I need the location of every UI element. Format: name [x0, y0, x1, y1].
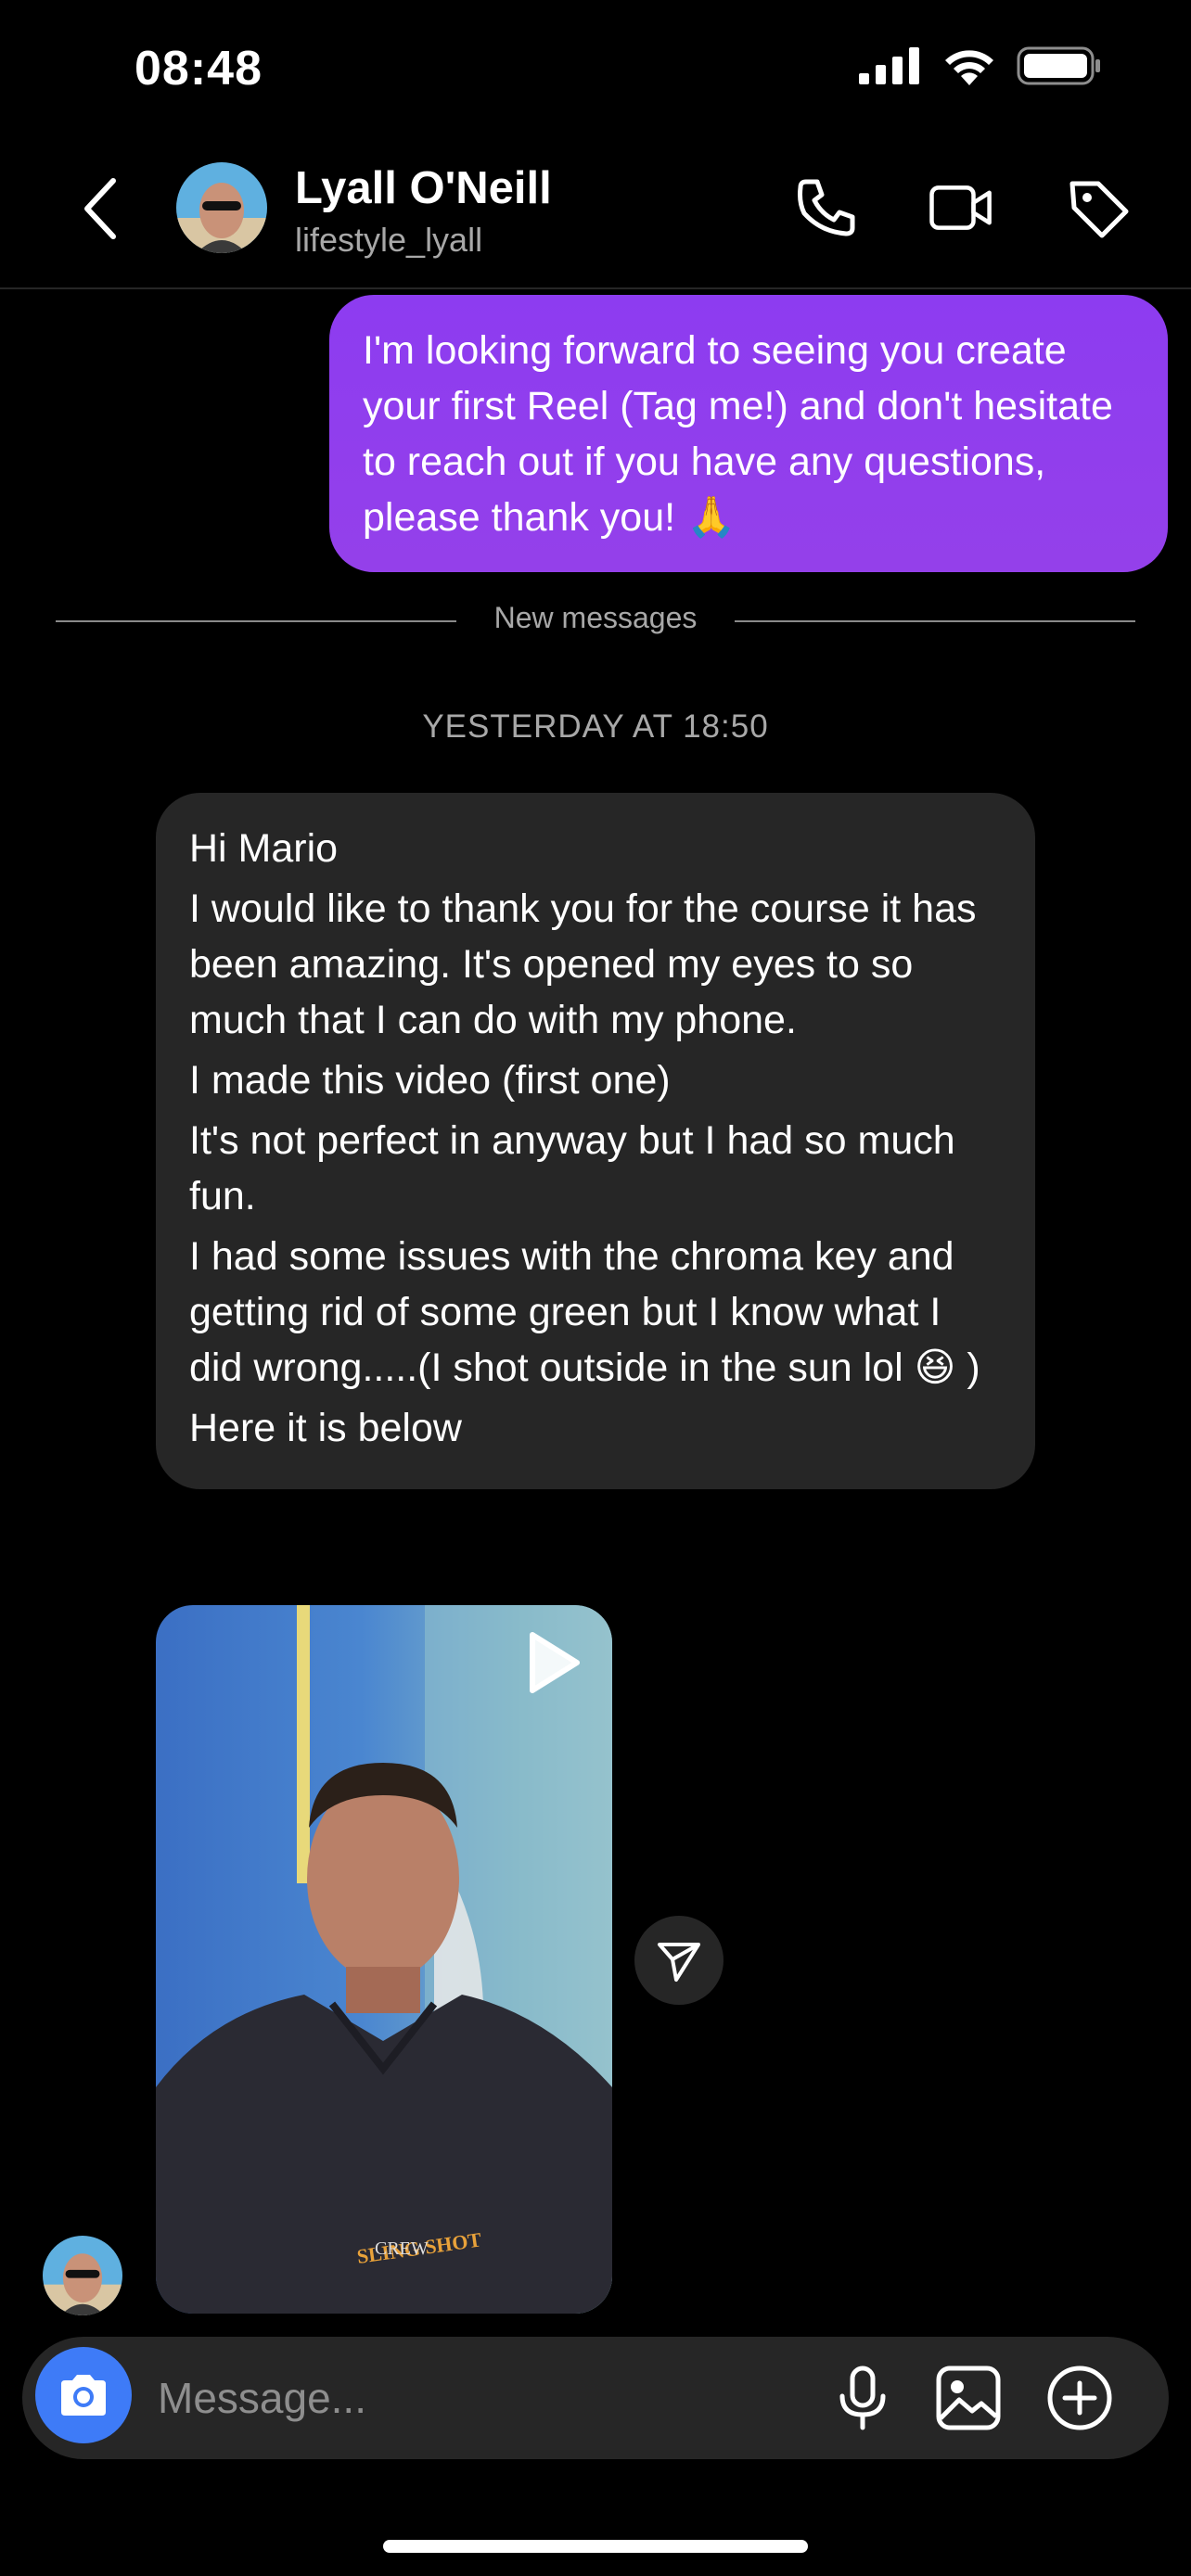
microphone-icon[interactable] [827, 2363, 898, 2433]
status-time: 08:48 [134, 42, 263, 96]
video-thumbnail: SLING SHOT CREW [156, 1605, 612, 2314]
video-call-icon[interactable] [928, 174, 994, 241]
camera-icon [61, 2375, 106, 2416]
play-icon[interactable] [523, 1629, 583, 1696]
back-chevron-icon[interactable] [74, 172, 130, 246]
incoming-message-bubble[interactable]: Hi Mario I would like to thank you for t… [156, 793, 1035, 1489]
message-line: I had some issues with the chroma key an… [189, 1234, 980, 1390]
battery-icon [1017, 46, 1100, 85]
message-line: Here it is below [189, 1406, 462, 1450]
contact-handle[interactable]: lifestyle_lyall [295, 221, 482, 260]
message-line: Hi Mario [189, 826, 339, 871]
message-timestamp: YESTERDAY AT 18:50 [422, 708, 769, 745]
shirt-logo-subtext: CREW [375, 2238, 429, 2259]
avatar-image [43, 2236, 122, 2315]
avatar[interactable] [176, 162, 267, 253]
cellular-signal-icon [859, 47, 919, 84]
share-button[interactable] [634, 1916, 724, 2005]
gallery-icon[interactable] [933, 2363, 1004, 2433]
message-line: I would like to thank you for the course… [189, 886, 977, 1042]
tag-icon[interactable] [1065, 174, 1132, 241]
new-messages-label: New messages [471, 601, 720, 634]
phone-icon[interactable] [793, 174, 860, 241]
new-messages-divider: New messages [0, 601, 1191, 635]
message-line: I made this video (first one) [189, 1058, 671, 1103]
message-input[interactable] [156, 2369, 790, 2427]
contact-name[interactable]: Lyall O'Neill [295, 162, 552, 214]
add-circle-icon[interactable] [1044, 2363, 1115, 2433]
send-icon [658, 1943, 700, 1982]
avatar-image [176, 162, 267, 253]
video-attachment[interactable]: SLING SHOT CREW [156, 1605, 612, 2314]
status-icons [859, 46, 1102, 85]
message-line: It's not perfect in anyway but I had so … [189, 1118, 955, 1218]
outgoing-message-bubble[interactable]: I'm looking forward to seeing you create… [329, 295, 1168, 572]
wifi-icon [945, 50, 993, 85]
home-indicator[interactable] [383, 2540, 808, 2553]
sender-avatar[interactable] [43, 2236, 122, 2315]
camera-button[interactable] [35, 2347, 132, 2443]
